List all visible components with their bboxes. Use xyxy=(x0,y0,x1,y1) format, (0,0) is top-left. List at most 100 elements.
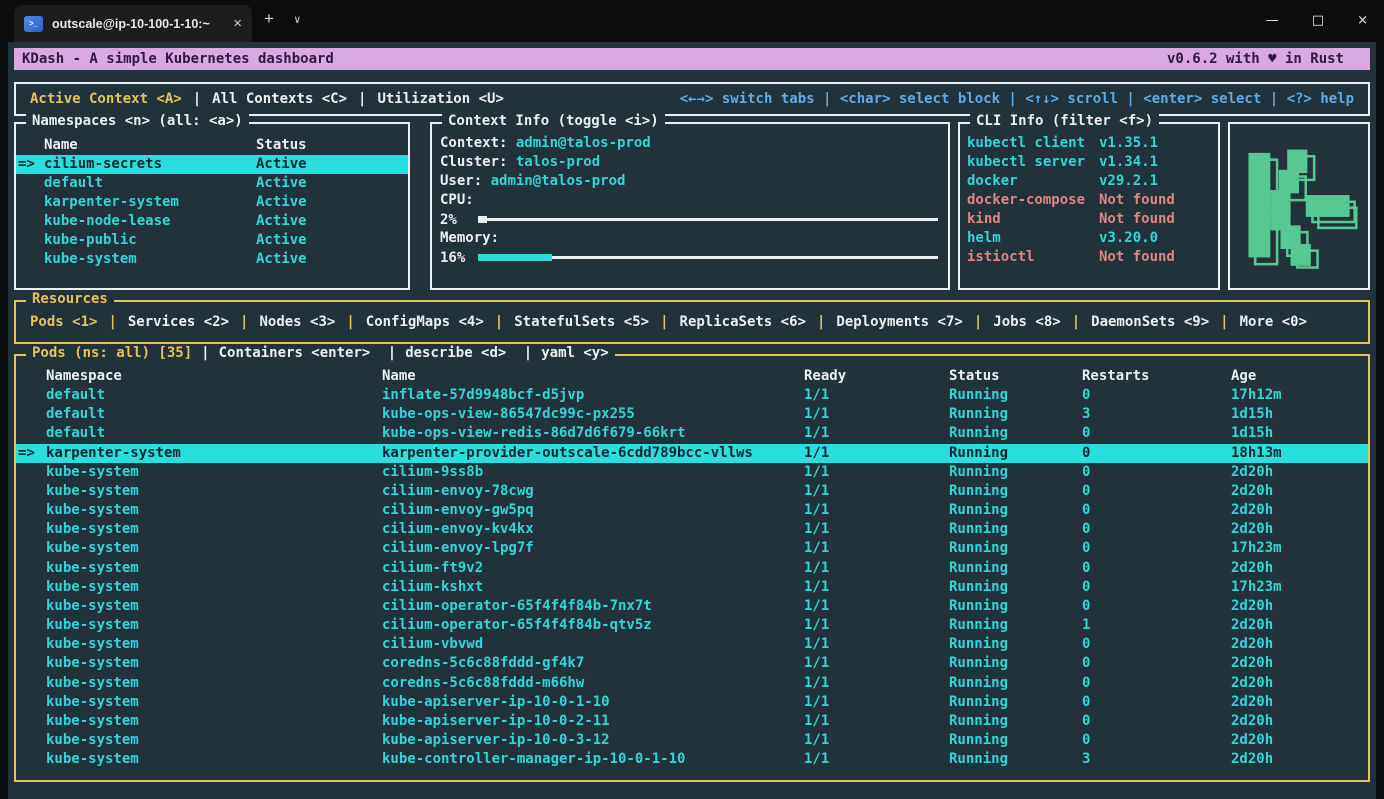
pod-age: 2d20h xyxy=(1231,463,1366,482)
pods-table-header: Namespace Name Ready Status Restarts Age xyxy=(16,367,1368,386)
pod-age: 2d20h xyxy=(1231,750,1366,769)
pod-restarts: 0 xyxy=(1082,654,1231,673)
pod-age: 2d20h xyxy=(1231,597,1366,616)
resource-tab[interactable]: Pods <1> xyxy=(30,314,97,330)
pod-age: 2d20h xyxy=(1231,635,1366,654)
namespace-row[interactable]: => cilium-secrets Active xyxy=(16,155,408,174)
resource-tab[interactable]: More <0> xyxy=(1209,314,1307,330)
tab-close-icon[interactable]: × xyxy=(233,15,242,32)
pod-age: 2d20h xyxy=(1231,520,1366,539)
pod-restarts: 3 xyxy=(1082,750,1231,769)
terminal-tab[interactable]: >_ outscale@ip-10-100-1-10:~ × xyxy=(14,5,252,42)
window-controls: — □ × xyxy=(1266,0,1368,40)
minimize-button[interactable]: — xyxy=(1266,13,1279,28)
pod-row[interactable]: kube-system cilium-envoy-gw5pq 1/1 Runni… xyxy=(16,501,1368,520)
memory-gauge-fill xyxy=(478,254,552,261)
pod-row[interactable]: kube-system kube-apiserver-ip-10-0-1-10 … xyxy=(16,693,1368,712)
cli-tool-version: v3.20.0 xyxy=(1099,229,1211,248)
pod-age: 2d20h xyxy=(1231,693,1366,712)
pod-status: Running xyxy=(949,712,1082,731)
pod-row[interactable]: kube-system coredns-5c6c88fddd-gf4k7 1/1… xyxy=(16,654,1368,673)
pod-row[interactable]: kube-system cilium-ft9v2 1/1 Running 0 2… xyxy=(16,559,1368,578)
pods-action[interactable]: yaml <y> xyxy=(515,345,609,361)
pod-row[interactable]: kube-system cilium-envoy-78cwg 1/1 Runni… xyxy=(16,482,1368,501)
pod-status: Running xyxy=(949,578,1082,597)
new-tab-button[interactable]: + xyxy=(264,9,274,29)
namespaces-table-header: Name Status xyxy=(16,136,408,155)
close-button[interactable]: × xyxy=(1357,13,1368,28)
pod-row[interactable]: kube-system kube-controller-manager-ip-1… xyxy=(16,750,1368,769)
resource-tab[interactable]: Nodes <3> xyxy=(229,314,335,330)
pod-name: inflate-57d9948bcf-d5jvp xyxy=(382,386,804,405)
pod-namespace: kube-system xyxy=(46,616,382,635)
pod-row[interactable]: kube-system cilium-vbvwd 1/1 Running 0 2… xyxy=(16,635,1368,654)
pod-ready: 1/1 xyxy=(804,616,949,635)
pod-namespace: default xyxy=(46,405,382,424)
pod-status: Running xyxy=(949,559,1082,578)
resource-tab[interactable]: ConfigMaps <4> xyxy=(335,314,483,330)
namespace-row[interactable]: kube-system Active xyxy=(16,250,408,269)
cli-tool-version: Not found xyxy=(1099,210,1211,229)
pods-action[interactable]: describe <d> xyxy=(379,345,507,361)
pod-row[interactable]: kube-system cilium-envoy-lpg7f 1/1 Runni… xyxy=(16,539,1368,558)
pod-restarts: 3 xyxy=(1082,405,1231,424)
namespace-row[interactable]: default Active xyxy=(16,174,408,193)
selection-marker xyxy=(18,212,44,231)
selection-marker xyxy=(18,520,46,539)
pod-row[interactable]: kube-system cilium-envoy-kv4kx 1/1 Runni… xyxy=(16,520,1368,539)
pod-status: Running xyxy=(949,654,1082,673)
pod-row[interactable]: default kube-ops-view-redis-86d7d6f679-6… xyxy=(16,424,1368,443)
column-status: Status xyxy=(949,367,1082,386)
menubar-tab[interactable]: Utilization <U> xyxy=(347,91,504,107)
menu-tabs: Active Context <A> All Contexts <C> Util… xyxy=(30,91,504,107)
namespace-row[interactable]: karpenter-system Active xyxy=(16,193,408,212)
namespace-status: Active xyxy=(256,231,406,250)
cli-tool-version: Not found xyxy=(1099,248,1211,267)
tab-dropdown-icon[interactable]: ∨ xyxy=(294,13,301,26)
pod-row[interactable]: kube-system coredns-5c6c88fddd-m66hw 1/1… xyxy=(16,674,1368,693)
resource-tab[interactable]: Services <2> xyxy=(97,314,229,330)
resource-tab[interactable]: StatefulSets <5> xyxy=(484,314,649,330)
memory-label: Memory: xyxy=(440,229,940,248)
pod-ready: 1/1 xyxy=(804,559,949,578)
maximize-button[interactable]: □ xyxy=(1312,13,1324,28)
pod-ready: 1/1 xyxy=(804,463,949,482)
pod-row[interactable]: => karpenter-system karpenter-provider-o… xyxy=(16,444,1368,463)
pod-restarts: 0 xyxy=(1082,693,1231,712)
pod-namespace: kube-system xyxy=(46,750,382,769)
namespace-row[interactable]: kube-node-lease Active xyxy=(16,212,408,231)
selection-marker xyxy=(18,578,46,597)
namespace-row[interactable]: kube-public Active xyxy=(16,231,408,250)
window-titlebar: >_ outscale@ip-10-100-1-10:~ × + ∨ — □ × xyxy=(0,0,1384,42)
pod-name: cilium-ft9v2 xyxy=(382,559,804,578)
pod-row[interactable]: kube-system cilium-9ss8b 1/1 Running 0 2… xyxy=(16,463,1368,482)
selection-marker xyxy=(18,463,46,482)
pod-ready: 1/1 xyxy=(804,501,949,520)
column-name: Name xyxy=(382,367,804,386)
pod-status: Running xyxy=(949,501,1082,520)
pod-name: kube-apiserver-ip-10-0-2-11 xyxy=(382,712,804,731)
resource-tabs: Pods <1> Services <2> Nodes <3> ConfigMa… xyxy=(30,314,1307,330)
resource-tab[interactable]: DaemonSets <9> xyxy=(1061,314,1209,330)
cli-tool-row: kubectl server v1.34.1 xyxy=(960,153,1218,172)
resources-panel: Resources Pods <1> Services <2> Nodes <3… xyxy=(14,300,1370,344)
resource-tab[interactable]: Deployments <7> xyxy=(806,314,963,330)
app-version: v0.6.2 with ♥ in Rust xyxy=(1167,51,1344,67)
resource-tab[interactable]: ReplicaSets <6> xyxy=(649,314,806,330)
column-age: Age xyxy=(1231,367,1366,386)
menubar-tab[interactable]: All Contexts <C> xyxy=(182,91,347,107)
pod-row[interactable]: kube-system cilium-kshxt 1/1 Running 0 1… xyxy=(16,578,1368,597)
pod-row[interactable]: kube-system cilium-operator-65f4f4f84b-q… xyxy=(16,616,1368,635)
menubar-tab[interactable]: Active Context <A> xyxy=(30,91,182,107)
pod-name: karpenter-provider-outscale-6cdd789bcc-v… xyxy=(382,444,804,463)
cli-tool-name: helm xyxy=(967,229,1099,248)
cli-tool-name: kubectl server xyxy=(967,153,1099,172)
pod-row[interactable]: kube-system kube-apiserver-ip-10-0-2-11 … xyxy=(16,712,1368,731)
pod-row[interactable]: kube-system cilium-operator-65f4f4f84b-7… xyxy=(16,597,1368,616)
pod-row[interactable]: default kube-ops-view-86547dc99c-px255 1… xyxy=(16,405,1368,424)
pod-row[interactable]: default inflate-57d9948bcf-d5jvp 1/1 Run… xyxy=(16,386,1368,405)
pods-action[interactable]: Containers <enter> xyxy=(192,345,370,361)
cli-tool-row: docker v29.2.1 xyxy=(960,172,1218,191)
resource-tab[interactable]: Jobs <8> xyxy=(963,314,1061,330)
pod-row[interactable]: kube-system kube-apiserver-ip-10-0-3-12 … xyxy=(16,731,1368,750)
